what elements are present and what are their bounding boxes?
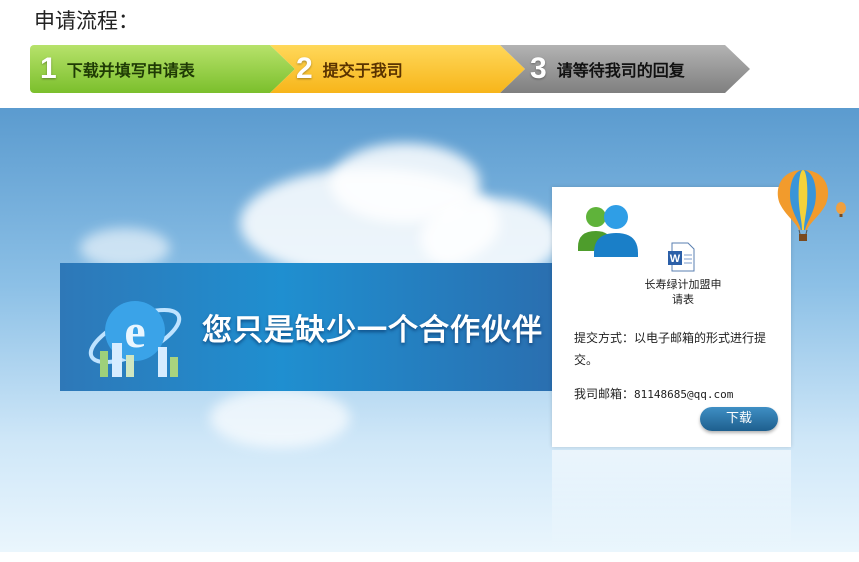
banner-slogan: 您只是缺少一个合作伙伴 xyxy=(202,313,543,348)
document-link[interactable]: 长寿绿计加盟申请表 xyxy=(644,277,722,307)
word-document-icon[interactable]: W xyxy=(666,241,698,273)
partner-banner: e 您只是缺少一个合作伙伴 xyxy=(60,263,552,391)
email-label: 我司邮箱： xyxy=(574,387,635,401)
users-icon xyxy=(578,205,638,257)
email-row: 我司邮箱：81148685@qq.com xyxy=(574,385,733,402)
page-title: 申请流程： xyxy=(34,9,139,33)
svg-text:W: W xyxy=(670,253,681,265)
process-steps: 1 下载并填写申请表 2 提交于我司 3 请等待我司的回复 xyxy=(30,45,750,93)
application-panel: W 长寿绿计加盟申请表 提交方式：以电子邮箱的形式进行提交。 我司邮箱：8114… xyxy=(552,187,791,447)
cloud xyxy=(80,228,170,268)
hot-air-balloon-icon xyxy=(777,170,829,241)
panel-reflection xyxy=(552,450,791,550)
svg-text:e: e xyxy=(124,305,145,358)
cloud xyxy=(210,388,350,448)
download-button[interactable]: 下载 xyxy=(700,407,778,431)
hero-background: e 您只是缺少一个合作伙伴 W 长寿绿计加盟申请表 提交方式：以电子邮箱的形式进… xyxy=(0,108,859,552)
step-3: 3 请等待我司的回复 xyxy=(500,45,750,93)
step-label: 请等待我司的回复 xyxy=(556,61,685,80)
ie-logo-icon: e xyxy=(88,301,182,377)
email-value: 81148685@qq.com xyxy=(634,388,734,401)
submit-method: 提交方式：以电子邮箱的形式进行提交。 xyxy=(574,331,767,367)
small-balloon-icon xyxy=(836,202,846,217)
step-number: 3 xyxy=(530,52,547,85)
step-1: 1 下载并填写申请表 xyxy=(30,45,295,93)
step-number: 1 xyxy=(40,52,57,85)
step-number: 2 xyxy=(296,52,313,85)
step-label: 提交于我司 xyxy=(322,61,403,80)
step-label: 下载并填写申请表 xyxy=(66,61,195,80)
